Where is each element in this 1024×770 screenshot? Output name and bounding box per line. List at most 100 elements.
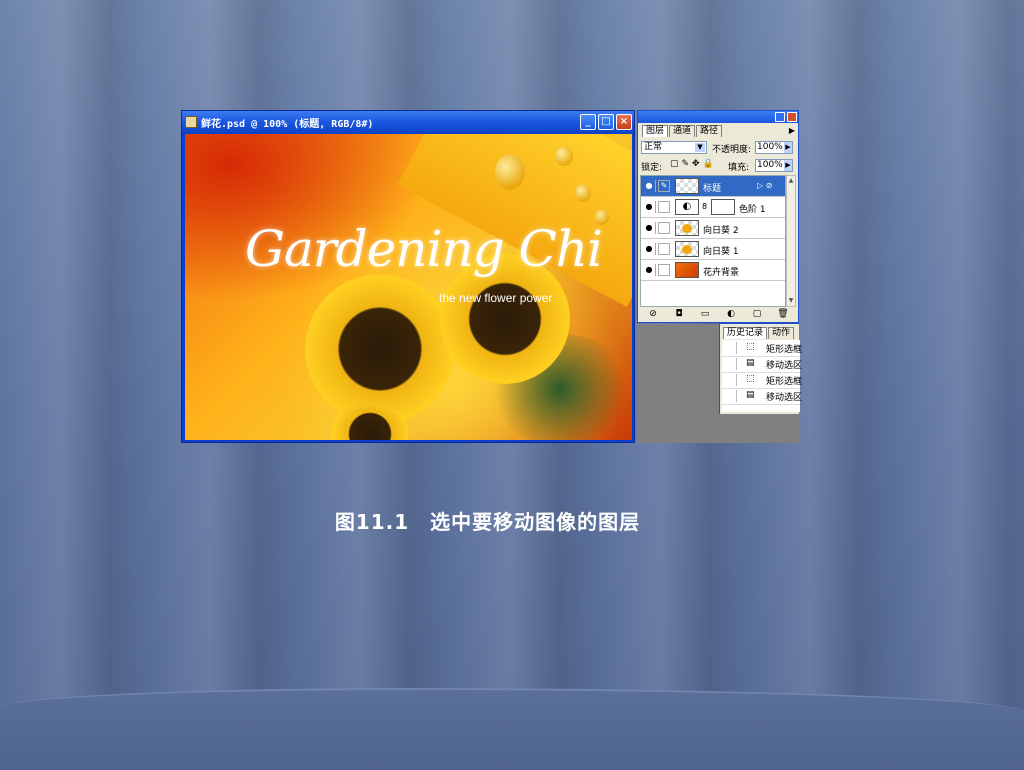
layer-thumbnail: [675, 241, 699, 257]
history-snapshot-cell[interactable]: [724, 374, 737, 386]
lock-fill-row: 锁定: ▢✎✥🔒 填充: 100% ▶: [641, 159, 795, 173]
marquee-icon: ⬚: [746, 374, 755, 384]
marquee-icon: ⬚: [746, 342, 755, 352]
blend-mode-value: 正常: [644, 142, 663, 152]
layer-row-levels[interactable]: ● ◐ 8 色阶 1: [641, 197, 785, 218]
tab-channels[interactable]: 通道: [669, 125, 696, 137]
chevron-down-icon: ▼: [695, 143, 705, 152]
opacity-label: 不透明度:: [712, 145, 752, 155]
document-titlebar[interactable]: 鲜花.psd @ 100% (标题, RGB/8#) _ □ ×: [182, 111, 634, 133]
panel-menu-arrow-icon[interactable]: ▶: [789, 126, 795, 135]
link-cell[interactable]: [658, 243, 670, 255]
layer-row-background[interactable]: ● 花卉背景: [641, 260, 785, 281]
water-drop: [555, 146, 573, 166]
layer-name: 向日葵 2: [703, 226, 739, 236]
eye-icon[interactable]: ●: [643, 243, 656, 255]
layers-panel[interactable]: 图层 通道 路径 ▶ 正常 ▼ 不透明度: 100% ▶ 锁定: ▢✎✥🔒 填充…: [637, 110, 799, 323]
artwork-script-title: Gardening Chi: [245, 220, 603, 278]
eye-icon[interactable]: ●: [643, 264, 656, 276]
history-item[interactable]: ▤ 移动选区: [722, 356, 803, 373]
history-item-label: 矩形选框: [766, 377, 803, 387]
minimize-button[interactable]: _: [580, 114, 596, 130]
history-item[interactable]: ⬚ 矩形选框: [722, 340, 803, 357]
layer-name: 花卉背景: [703, 268, 740, 278]
fill-label: 填充:: [728, 163, 750, 173]
tab-layers[interactable]: 图层: [642, 125, 669, 137]
close-button[interactable]: ×: [616, 114, 632, 130]
fill-field[interactable]: 100% ▶: [755, 159, 793, 172]
panel-close-button[interactable]: [787, 112, 797, 122]
opacity-field[interactable]: 100% ▶: [755, 141, 793, 154]
history-snapshot-cell[interactable]: [724, 342, 737, 354]
layer-name: 向日葵 1: [703, 247, 739, 257]
link-cell[interactable]: [658, 264, 670, 276]
history-panel-tabs: 历史记录 动作: [723, 327, 795, 339]
slider-arrow-icon[interactable]: ▶: [784, 142, 792, 153]
document-canvas[interactable]: Gardening Chi the new flower power: [185, 134, 632, 440]
scroll-up-icon[interactable]: ▲: [787, 176, 795, 186]
tab-actions[interactable]: 动作: [768, 327, 795, 339]
document-title: 鲜花.psd @ 100% (标题, RGB/8#): [201, 119, 374, 130]
history-step-icon: ▤: [746, 358, 755, 368]
artwork-tagline: the new flower power: [439, 291, 553, 305]
blend-mode-select[interactable]: 正常 ▼: [641, 141, 707, 154]
slider-arrow-icon[interactable]: ▶: [784, 160, 792, 171]
fill-value: 100%: [757, 160, 783, 170]
panel-minimize-button[interactable]: [775, 112, 785, 122]
layer-list-scrollbar[interactable]: ▲ ▼: [786, 175, 796, 307]
new-group-button[interactable]: ▭: [699, 309, 711, 320]
layer-thumbnail: [675, 262, 699, 278]
layer-row-title[interactable]: ● ✎ 标题 ▷ ⊘: [641, 176, 785, 197]
history-item[interactable]: ⬚ 矩形选框: [722, 372, 803, 389]
layers-footer-toolbar: ⊘ ◘ ▭ ◐ ▢ 🗑: [640, 309, 796, 321]
history-item-label: 移动选区: [766, 393, 803, 403]
document-window[interactable]: 鲜花.psd @ 100% (标题, RGB/8#) _ □ × Gardeni…: [181, 110, 635, 443]
panel-titlebar[interactable]: [638, 111, 798, 123]
layers-panel-tabs: 图层 通道 路径: [642, 125, 723, 137]
history-item[interactable]: ▤ 移动选区: [722, 388, 803, 405]
new-adjustment-button[interactable]: ◐: [725, 309, 737, 320]
history-step-icon: ▤: [746, 390, 755, 400]
chain-link-icon[interactable]: 8: [702, 202, 707, 211]
layer-name: 色阶 1: [739, 205, 766, 215]
add-mask-button[interactable]: ◘: [673, 309, 685, 320]
sunflower-large: [305, 274, 455, 424]
history-list[interactable]: ⬚ 矩形选框 ▤ 移动选区 ⬚ 矩形选框 ▤ 移动选区: [722, 340, 803, 412]
new-layer-button[interactable]: ▢: [751, 309, 763, 320]
layer-style-button[interactable]: ⊘: [647, 309, 659, 320]
layer-row-sunflower-2[interactable]: ● 向日葵 2: [641, 218, 785, 239]
history-panel[interactable]: 历史记录 动作 ⬚ 矩形选框 ▤ 移动选区 ⬚ 矩形选框 ▤ 移动选区: [719, 323, 803, 414]
history-item-label: 矩形选框: [766, 345, 803, 355]
layer-list[interactable]: ● ✎ 标题 ▷ ⊘ ● ◐ 8 色阶 1 ● 向日葵 2 ● 向日葵 1 ●: [640, 175, 786, 307]
delete-layer-button[interactable]: 🗑: [777, 309, 789, 320]
eye-icon[interactable]: ●: [643, 222, 656, 234]
blend-opacity-row: 正常 ▼ 不透明度: 100% ▶: [641, 141, 795, 155]
history-item-label: 移动选区: [766, 361, 803, 371]
lock-label: 锁定:: [641, 163, 663, 173]
history-snapshot-cell[interactable]: [724, 358, 737, 370]
water-drop: [575, 184, 591, 202]
curtain-hem: [0, 688, 1024, 770]
tab-history[interactable]: 历史记录: [723, 327, 768, 339]
opacity-value: 100%: [757, 142, 783, 152]
layer-name: 标题: [703, 184, 722, 194]
link-cell[interactable]: [658, 222, 670, 234]
eye-icon[interactable]: ●: [643, 201, 656, 213]
layer-thumbnail: [675, 178, 699, 194]
layer-thumbnail: [675, 220, 699, 236]
scroll-down-icon[interactable]: ▼: [787, 296, 795, 306]
figure-caption: 图11.1 选中要移动图像的图层: [334, 510, 641, 534]
water-drop: [495, 154, 525, 190]
brush-icon[interactable]: ✎: [658, 180, 670, 192]
lock-options-icon[interactable]: ▢✎✥🔒: [670, 159, 717, 169]
eye-icon[interactable]: ●: [643, 180, 656, 192]
adjustment-icon: ◐: [675, 199, 699, 215]
history-snapshot-cell[interactable]: [724, 390, 737, 402]
photoshop-doc-icon: [185, 116, 197, 128]
layer-mask-thumbnail: [711, 199, 735, 215]
tab-paths[interactable]: 路径: [696, 125, 723, 137]
link-cell[interactable]: [658, 201, 670, 213]
layer-row-sunflower-1[interactable]: ● 向日葵 1: [641, 239, 785, 260]
layer-style-icon[interactable]: ▷ ⊘: [757, 181, 772, 190]
maximize-button[interactable]: □: [598, 114, 614, 130]
